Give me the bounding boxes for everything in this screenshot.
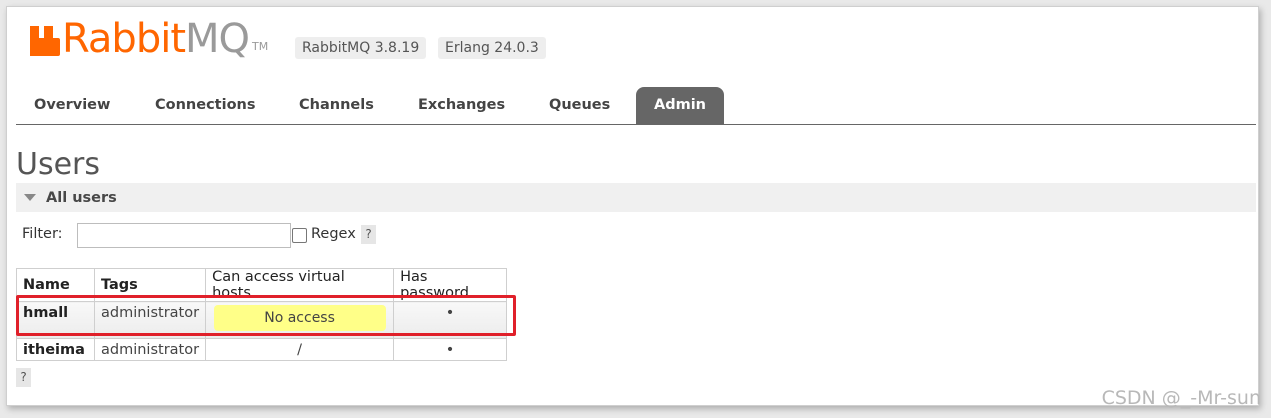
logo-trademark: TM: [252, 40, 269, 53]
logo-wordmark: RabbitMQ: [62, 16, 250, 62]
user-tags: administrator: [93, 301, 207, 339]
user-vhosts: /: [205, 338, 395, 361]
regex-label: Regex: [311, 226, 356, 242]
tab-channels[interactable]: Channels: [281, 87, 392, 124]
table-row[interactable]: itheima administrator / •: [16, 338, 508, 361]
user-has-password: •: [393, 338, 508, 361]
column-header-name[interactable]: Name: [16, 268, 95, 302]
rabbit-logo-icon: [30, 26, 60, 56]
regex-checkbox[interactable]: [292, 228, 307, 243]
user-tags: administrator: [93, 338, 207, 361]
all-users-section-toggle[interactable]: All users: [16, 183, 1256, 212]
page-title: Users: [16, 147, 101, 182]
column-header-has-password: Has password: [393, 268, 508, 302]
browser-frame: RabbitMQ TM RabbitMQ 3.8.19 Erlang 24.0.…: [6, 6, 1259, 406]
logo-mq-text: MQ: [185, 16, 250, 62]
no-access-badge: No access: [213, 305, 386, 331]
filter-input[interactable]: [77, 223, 291, 248]
user-vhosts-cell: No access: [205, 301, 395, 339]
tab-connections[interactable]: Connections: [137, 87, 274, 124]
users-table: Name Tags Can access virtual hosts Has p…: [16, 268, 508, 361]
rabbitmq-version-badge: RabbitMQ 3.8.19: [295, 37, 427, 59]
table-header-row: Name Tags Can access virtual hosts Has p…: [16, 268, 508, 302]
tab-exchanges[interactable]: Exchanges: [400, 87, 523, 124]
tab-queues[interactable]: Queues: [531, 87, 628, 124]
tab-overview[interactable]: Overview: [16, 87, 128, 124]
filter-help-button[interactable]: ?: [361, 225, 376, 244]
main-nav-tabs: Overview Connections Channels Exchanges …: [16, 87, 1256, 125]
table-row[interactable]: hmall administrator No access •: [16, 301, 508, 339]
watermark: CSDN @_-Mr-sun: [1101, 387, 1261, 409]
user-has-password: •: [393, 301, 508, 339]
logo-rabbit-text: Rabbit: [62, 16, 186, 62]
section-label: All users: [46, 189, 117, 206]
user-name-link[interactable]: hmall: [16, 301, 95, 339]
table-help-button[interactable]: ?: [16, 368, 31, 387]
collapse-triangle-icon: [24, 194, 36, 201]
erlang-version-badge: Erlang 24.0.3: [438, 37, 546, 59]
column-header-tags[interactable]: Tags: [93, 268, 207, 302]
rabbitmq-logo[interactable]: RabbitMQ TM: [30, 19, 268, 59]
tab-admin[interactable]: Admin: [636, 87, 725, 124]
column-header-vhosts: Can access virtual hosts: [205, 268, 395, 302]
user-name-link[interactable]: itheima: [16, 338, 95, 361]
filter-label: Filter:: [22, 226, 63, 242]
